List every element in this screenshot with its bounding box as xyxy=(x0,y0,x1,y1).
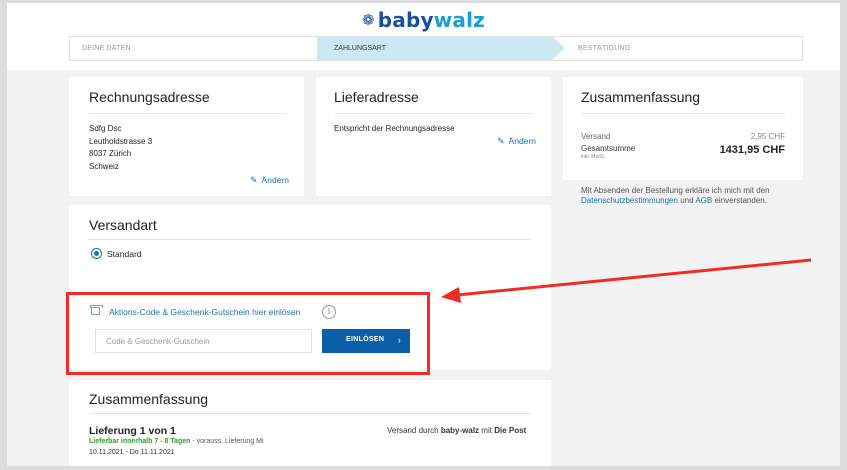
checkout-page: ❁ babywalz DEINE DATEN ZAHLUNGSART BESTÄT… xyxy=(7,3,840,466)
annotation-arrow xyxy=(441,258,812,303)
